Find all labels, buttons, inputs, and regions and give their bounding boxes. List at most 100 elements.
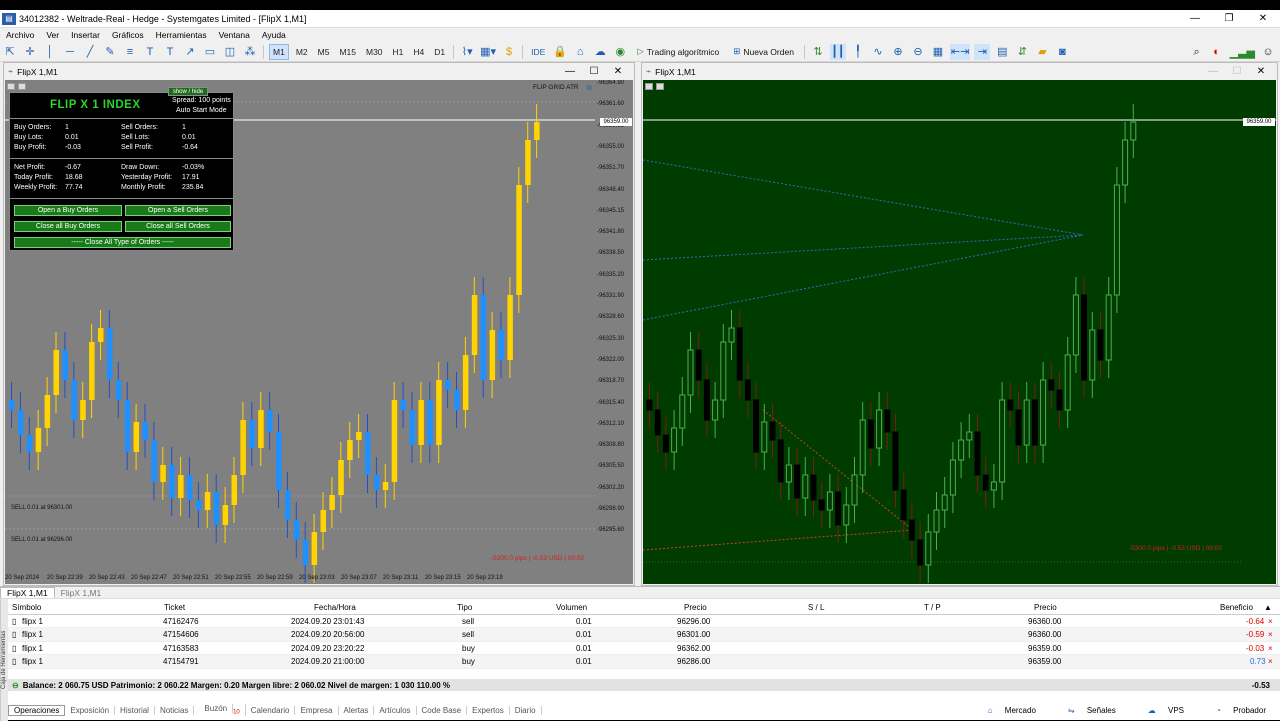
chart-2-minimize-icon[interactable]: — xyxy=(1201,63,1225,80)
signals-icon[interactable]: ◉ xyxy=(612,44,628,60)
channel-icon[interactable]: ≡ xyxy=(122,44,138,60)
close-row-icon[interactable]: × xyxy=(1268,617,1273,626)
signal-strength-icon[interactable]: ▁▃▅ xyxy=(1229,44,1256,60)
tab-buzon[interactable]: Buzón 10 xyxy=(194,704,246,716)
menu-herramientas[interactable]: Herramientas xyxy=(150,30,213,40)
tester-link[interactable]: ◔ Probador xyxy=(1206,706,1276,715)
col-profit[interactable]: Beneficio xyxy=(1220,603,1253,612)
tab-diario[interactable]: Diario xyxy=(510,705,542,715)
tab-calendario[interactable]: Calendario xyxy=(246,705,296,715)
chart-1-maximize-icon[interactable]: ☐ xyxy=(582,63,606,80)
candles-icon[interactable]: ╿ xyxy=(850,44,866,60)
tf-m2[interactable]: M2 xyxy=(293,44,311,60)
zoom-out-icon[interactable]: ⊖ xyxy=(910,44,926,60)
vertical-line-icon[interactable]: │ xyxy=(42,44,58,60)
tab-exposicion[interactable]: Exposición xyxy=(65,705,116,715)
chart-2-plot[interactable]: -5300.0 pips | -0.53 USD | 00:02 96359.0… xyxy=(643,80,1276,584)
market-icon[interactable]: ⌂ xyxy=(572,44,588,60)
more-objects-icon[interactable]: ⁂ xyxy=(242,44,258,60)
shapes-icon[interactable]: ▭ xyxy=(202,44,218,60)
chart-tab-1[interactable]: FlipX 1,M1 xyxy=(0,587,55,598)
col-tp[interactable]: T / P xyxy=(924,603,941,612)
table-row[interactable]: ▯ flipx 1 47162476 2024.09.20 23:01:43 s… xyxy=(8,615,1280,628)
account-icon[interactable]: ☺ xyxy=(1260,44,1276,60)
open-sell-button[interactable]: Open a Sell Orders xyxy=(125,205,231,216)
table-row[interactable]: ▯ flipx 1 47154791 2024.09.20 21:00:00 b… xyxy=(8,655,1280,669)
close-row-icon[interactable]: × xyxy=(1268,657,1273,666)
cloud-icon[interactable]: ☁ xyxy=(592,44,608,60)
tab-articulos[interactable]: Artículos xyxy=(374,705,417,715)
col-volume[interactable]: Volumen xyxy=(556,603,587,612)
chart-1-plot[interactable]: FLIP GRID ATR ⚙ SELL 0.01 at 96301.00 SE… xyxy=(5,80,633,584)
line-chart-icon[interactable]: ∿ xyxy=(870,44,886,60)
table-row[interactable]: ▯ flipx 1 47154606 2024.09.20 20:56:00 s… xyxy=(8,628,1280,642)
col-sl[interactable]: S / L xyxy=(808,603,824,612)
tf-d1[interactable]: D1 xyxy=(431,44,448,60)
tf-m5[interactable]: M5 xyxy=(315,44,333,60)
chart-1-minimize-icon[interactable]: — xyxy=(558,63,582,80)
minimize-icon[interactable]: — xyxy=(1178,10,1212,28)
col-symbol[interactable]: Símbolo xyxy=(12,603,41,612)
objects-list-icon[interactable]: ⇵ xyxy=(1014,44,1030,60)
open-buy-button[interactable]: Open a Buy Orders xyxy=(14,205,122,216)
new-order-button[interactable]: ⊞ Nueva Orden xyxy=(728,44,799,60)
ide-button[interactable]: IDE xyxy=(528,44,548,60)
vps-link[interactable]: ☁ VPS xyxy=(1138,706,1194,715)
close-icon[interactable]: ✕ xyxy=(1246,10,1280,28)
tab-operaciones[interactable]: Operaciones xyxy=(8,704,66,716)
col-price2[interactable]: Precio xyxy=(1034,603,1057,612)
col-price[interactable]: Precio xyxy=(684,603,707,612)
tab-alertas[interactable]: Alertas xyxy=(339,705,375,715)
sort-icon[interactable]: ▲ xyxy=(1264,603,1272,612)
dollar-icon[interactable]: $ xyxy=(501,44,517,60)
tab-empresa[interactable]: Empresa xyxy=(295,705,339,715)
signals-link[interactable]: ⇋ Señales xyxy=(1058,706,1126,715)
close-row-icon[interactable]: × xyxy=(1268,630,1273,639)
table-row[interactable]: ▯ flipx 1 47163583 2024.09.20 23:20:22 b… xyxy=(8,642,1280,655)
autoscroll-icon[interactable]: ⇤⇥ xyxy=(949,43,971,60)
tab-expertos[interactable]: Expertos xyxy=(467,705,510,715)
tab-historial[interactable]: Historial xyxy=(115,705,155,715)
tf-m15[interactable]: M15 xyxy=(336,44,359,60)
close-buy-button[interactable]: Close all Buy Orders xyxy=(14,221,122,232)
depth-icon[interactable]: ⇅ xyxy=(810,44,826,60)
tf-m1[interactable]: M1 xyxy=(269,43,289,60)
menu-ventana[interactable]: Ventana xyxy=(213,30,256,40)
chart-type-icon[interactable]: ⌇▾ xyxy=(459,44,475,60)
col-type[interactable]: Tipo xyxy=(457,603,472,612)
chart-tab-2[interactable]: FlipX 1,M1 xyxy=(55,588,108,598)
tools-icon[interactable]: ✎ xyxy=(102,44,118,60)
lock-icon[interactable]: 🔒 xyxy=(552,44,568,60)
tab-codebase[interactable]: Code Base xyxy=(417,705,468,715)
tf-h1[interactable]: H1 xyxy=(390,44,407,60)
toolbox-label[interactable]: Caja de Herramientas xyxy=(0,599,8,721)
screenshot-icon[interactable]: ◙ xyxy=(1054,44,1070,60)
restore-icon[interactable]: ❐ xyxy=(1212,10,1246,28)
menu-ayuda[interactable]: Ayuda xyxy=(256,30,292,40)
grid-icon[interactable]: ▦ xyxy=(930,44,946,60)
close-all-button[interactable]: ----- Close All Type of Orders ----- xyxy=(14,237,231,248)
menu-ver[interactable]: Ver xyxy=(40,30,65,40)
chart-2-close-icon[interactable]: ✕ xyxy=(1249,63,1273,80)
shift-icon[interactable]: ⇥ xyxy=(974,43,991,60)
chart-1-close-icon[interactable]: ✕ xyxy=(606,63,630,80)
trendline-icon[interactable]: ╱ xyxy=(82,44,98,60)
tf-m30[interactable]: M30 xyxy=(363,44,386,60)
indicators-icon[interactable]: ▤ xyxy=(994,44,1010,60)
horizontal-line-icon[interactable]: ─ xyxy=(62,44,78,60)
label-icon[interactable]: T xyxy=(162,44,178,60)
time-axis[interactable]: 20 Sep 2024 20 Sep 22:39 20 Sep 22:43 20 Se… xyxy=(5,574,595,584)
zoom-in-icon[interactable]: ⊕ xyxy=(890,44,906,60)
bars-icon[interactable]: ┃┃ xyxy=(829,43,846,60)
tab-noticias[interactable]: Noticias xyxy=(155,705,195,715)
algo-trading-button[interactable]: ▷ Trading algorítmico xyxy=(632,44,724,60)
arrow-icon[interactable]: ↗ xyxy=(182,44,198,60)
chart-2-maximize-icon[interactable]: ☐ xyxy=(1225,63,1249,80)
menu-insertar[interactable]: Insertar xyxy=(65,30,106,40)
templates-icon[interactable]: ▦▾ xyxy=(479,44,497,60)
objects-icon[interactable]: ◫ xyxy=(222,44,238,60)
price-axis[interactable]: -96364.90-96361.60-96358.35-96355.00-963… xyxy=(595,80,633,584)
text-icon[interactable]: T xyxy=(142,44,158,60)
notifications-icon[interactable]: ◐ xyxy=(1209,44,1225,60)
indicator-settings-icon[interactable]: ⚙ xyxy=(586,84,592,92)
